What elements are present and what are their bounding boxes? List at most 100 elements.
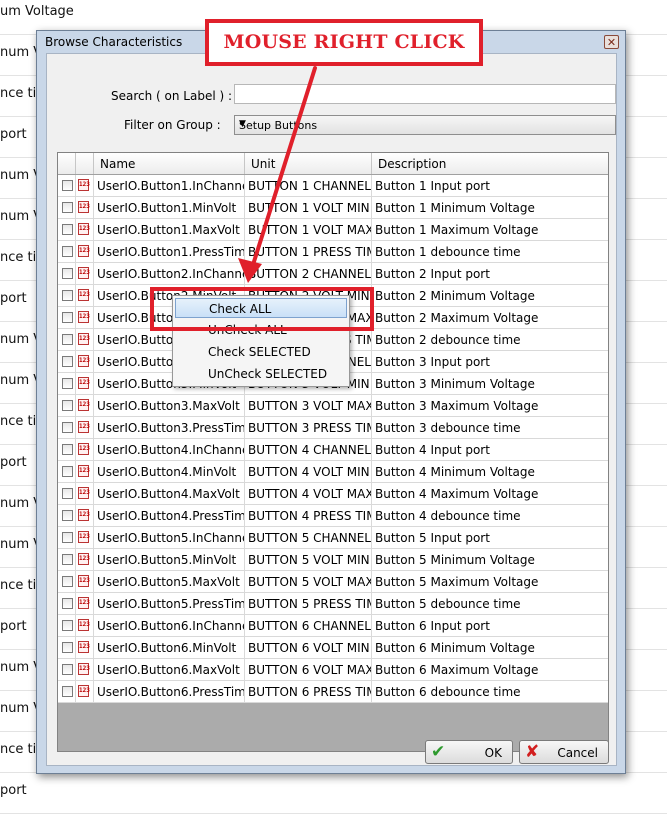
- row-checkbox[interactable]: [62, 488, 73, 499]
- unit-cell[interactable]: BUTTON 2 CHANNEL: [245, 263, 372, 285]
- table-row[interactable]: 123 UserIO.Button5.InChannel BUTTON 5 CHAN…: [58, 527, 608, 549]
- check-cell[interactable]: [58, 219, 76, 241]
- description-cell[interactable]: Button 2 debounce time: [372, 329, 608, 351]
- table-row[interactable]: 123 UserIO.Button6.PressTime BUTTON 6 PRES…: [58, 681, 608, 703]
- table-row[interactable]: 123 UserIO.Button1.InChannel BUTTON 1 CHAN…: [58, 175, 608, 197]
- description-cell[interactable]: Button 3 Minimum Voltage: [372, 373, 608, 395]
- name-cell[interactable]: UserIO.Button2.InChannel: [94, 263, 245, 285]
- check-cell[interactable]: [58, 351, 76, 373]
- check-cell[interactable]: [58, 417, 76, 439]
- unit-cell[interactable]: BUTTON 1 VOLT MIN: [245, 197, 372, 219]
- header-description[interactable]: Description: [372, 153, 608, 174]
- table-row[interactable]: 123 UserIO.Button1.MaxVolt BUTTON 1 VOLT M…: [58, 219, 608, 241]
- ok-button[interactable]: ✔ OK: [425, 740, 513, 764]
- table-row[interactable]: 123 UserIO.Button3.PressTime BUTTON 3 PRES…: [58, 417, 608, 439]
- row-checkbox[interactable]: [62, 180, 73, 191]
- check-cell[interactable]: [58, 197, 76, 219]
- description-cell[interactable]: Button 6 Input port: [372, 615, 608, 637]
- check-cell[interactable]: [58, 329, 76, 351]
- check-cell[interactable]: [58, 527, 76, 549]
- check-cell[interactable]: [58, 461, 76, 483]
- unit-cell[interactable]: BUTTON 5 VOLT MAX: [245, 571, 372, 593]
- description-cell[interactable]: Button 4 debounce time: [372, 505, 608, 527]
- description-cell[interactable]: Button 6 debounce time: [372, 681, 608, 703]
- unit-cell[interactable]: BUTTON 3 PRESS TIME: [245, 417, 372, 439]
- check-cell[interactable]: [58, 263, 76, 285]
- row-checkbox[interactable]: [62, 576, 73, 587]
- row-checkbox[interactable]: [62, 334, 73, 345]
- check-cell[interactable]: [58, 659, 76, 681]
- table-row[interactable]: 123 UserIO.Button5.MinVolt BUTTON 5 VOLT M…: [58, 549, 608, 571]
- row-checkbox[interactable]: [62, 686, 73, 697]
- table-row[interactable]: 123 UserIO.Button6.InChannel BUTTON 6 CHAN…: [58, 615, 608, 637]
- unit-cell[interactable]: BUTTON 6 PRESS TIME: [245, 681, 372, 703]
- check-cell[interactable]: [58, 241, 76, 263]
- row-checkbox[interactable]: [62, 268, 73, 279]
- menu-item-check-selected[interactable]: Check SELECTED: [175, 342, 347, 362]
- check-cell[interactable]: [58, 373, 76, 395]
- description-cell[interactable]: Button 5 Maximum Voltage: [372, 571, 608, 593]
- unit-cell[interactable]: BUTTON 4 PRESS TIME: [245, 505, 372, 527]
- table-row[interactable]: 123 UserIO.Button2.InChannel BUTTON 2 CHAN…: [58, 263, 608, 285]
- description-cell[interactable]: Button 4 Minimum Voltage: [372, 461, 608, 483]
- description-cell[interactable]: Button 2 Minimum Voltage: [372, 285, 608, 307]
- table-row[interactable]: 123 UserIO.Button4.MaxVolt BUTTON 4 VOLT M…: [58, 483, 608, 505]
- header-unit[interactable]: Unit: [245, 153, 372, 174]
- name-cell[interactable]: UserIO.Button5.InChannel: [94, 527, 245, 549]
- table-row[interactable]: 123 UserIO.Button1.MinVolt BUTTON 1 VOLT M…: [58, 197, 608, 219]
- name-cell[interactable]: UserIO.Button1.MinVolt: [94, 197, 245, 219]
- row-checkbox[interactable]: [62, 356, 73, 367]
- description-cell[interactable]: Button 2 Input port: [372, 263, 608, 285]
- unit-cell[interactable]: BUTTON 1 VOLT MAX: [245, 219, 372, 241]
- row-checkbox[interactable]: [62, 642, 73, 653]
- description-cell[interactable]: Button 3 Maximum Voltage: [372, 395, 608, 417]
- check-cell[interactable]: [58, 175, 76, 197]
- table-row[interactable]: 123 UserIO.Button5.MaxVolt BUTTON 5 VOLT M…: [58, 571, 608, 593]
- unit-cell[interactable]: BUTTON 5 CHANNEL: [245, 527, 372, 549]
- table-row[interactable]: 123 UserIO.Button1.PressTime BUTTON 1 PRES…: [58, 241, 608, 263]
- row-checkbox[interactable]: [62, 224, 73, 235]
- check-cell[interactable]: [58, 483, 76, 505]
- table-row[interactable]: 123 UserIO.Button6.MaxVolt BUTTON 6 VOLT M…: [58, 659, 608, 681]
- table-row[interactable]: 123 UserIO.Button3.MaxVolt BUTTON 3 VOLT M…: [58, 395, 608, 417]
- name-cell[interactable]: UserIO.Button6.InChannel: [94, 615, 245, 637]
- close-icon[interactable]: ✕: [604, 35, 619, 49]
- description-cell[interactable]: Button 6 Minimum Voltage: [372, 637, 608, 659]
- description-cell[interactable]: Button 5 Minimum Voltage: [372, 549, 608, 571]
- row-checkbox[interactable]: [62, 246, 73, 257]
- characteristics-grid[interactable]: Name Unit Description 123 UserIO.Button1.…: [57, 152, 609, 752]
- description-cell[interactable]: Button 1 Input port: [372, 175, 608, 197]
- description-cell[interactable]: Button 4 Input port: [372, 439, 608, 461]
- search-input[interactable]: [234, 84, 616, 104]
- name-cell[interactable]: UserIO.Button5.MaxVolt: [94, 571, 245, 593]
- row-checkbox[interactable]: [62, 202, 73, 213]
- table-row[interactable]: 123 UserIO.Button5.PressTime BUTTON 5 PRES…: [58, 593, 608, 615]
- check-cell[interactable]: [58, 549, 76, 571]
- name-cell[interactable]: UserIO.Button5.MinVolt: [94, 549, 245, 571]
- name-cell[interactable]: UserIO.Button6.MaxVolt: [94, 659, 245, 681]
- unit-cell[interactable]: BUTTON 5 PRESS TIME: [245, 593, 372, 615]
- check-cell[interactable]: [58, 505, 76, 527]
- cancel-button[interactable]: ✘ Cancel: [519, 740, 609, 764]
- unit-cell[interactable]: BUTTON 6 VOLT MAX: [245, 659, 372, 681]
- name-cell[interactable]: UserIO.Button4.InChannel: [94, 439, 245, 461]
- check-cell[interactable]: [58, 285, 76, 307]
- row-checkbox[interactable]: [62, 378, 73, 389]
- row-checkbox[interactable]: [62, 312, 73, 323]
- table-row[interactable]: 123 UserIO.Button4.PressTime BUTTON 4 PRES…: [58, 505, 608, 527]
- check-cell[interactable]: [58, 637, 76, 659]
- name-cell[interactable]: UserIO.Button4.MaxVolt: [94, 483, 245, 505]
- filter-group-select[interactable]: Setup Buttons ▼: [234, 115, 616, 135]
- row-checkbox[interactable]: [62, 620, 73, 631]
- row-checkbox[interactable]: [62, 290, 73, 301]
- unit-cell[interactable]: BUTTON 6 CHANNEL: [245, 615, 372, 637]
- header-icon-col[interactable]: [76, 153, 94, 174]
- unit-cell[interactable]: BUTTON 6 VOLT MIN: [245, 637, 372, 659]
- menu-item-uncheck-selected[interactable]: UnCheck SELECTED: [175, 364, 347, 384]
- header-name[interactable]: Name: [94, 153, 245, 174]
- row-checkbox[interactable]: [62, 400, 73, 411]
- description-cell[interactable]: Button 2 Maximum Voltage: [372, 307, 608, 329]
- check-cell[interactable]: [58, 307, 76, 329]
- unit-cell[interactable]: BUTTON 5 VOLT MIN: [245, 549, 372, 571]
- name-cell[interactable]: UserIO.Button6.MinVolt: [94, 637, 245, 659]
